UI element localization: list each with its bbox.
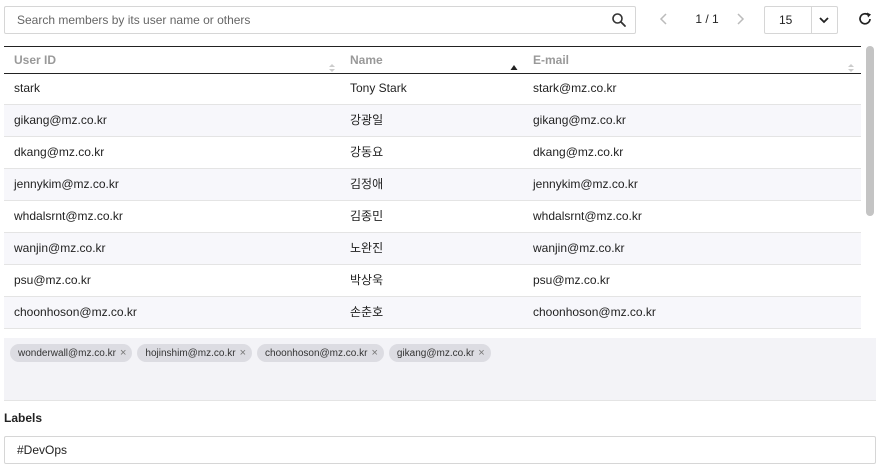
cell-email: gikang@mz.co.kr [533,113,626,127]
member-chip: hojinshim@mz.co.kr × [137,344,253,362]
cell-email: wanjin@mz.co.kr [533,241,625,255]
cell-user-id: wanjin@mz.co.kr [14,241,106,255]
sort-icon [328,56,336,72]
cell-email: psu@mz.co.kr [533,273,610,287]
search-box [4,6,636,34]
member-chip: gikang@mz.co.kr × [388,344,491,362]
column-label: E-mail [533,53,570,67]
table-row[interactable]: jennykim@mz.co.kr 김정애 jennykim@mz.co.kr [4,169,861,201]
table-scrollbar[interactable] [864,46,876,338]
cell-name: 노완진 [350,241,384,255]
chip-label: wonderwall@mz.co.kr [18,348,116,359]
sort-ascending-icon [510,56,518,70]
pagination: 1 / 1 [656,10,752,30]
page-info: 1 / 1 [695,12,719,26]
cell-name: 김정애 [350,177,384,191]
column-header-name[interactable]: Name [350,47,523,73]
toolbar: 1 / 1 15 [4,6,880,34]
cell-name: 박상욱 [350,273,384,287]
cell-name: 강동요 [350,145,384,159]
table-row[interactable]: stark Tony Stark stark@mz.co.kr [4,73,861,105]
cell-email: dkang@mz.co.kr [533,145,624,159]
cell-user-id: choonhoson@mz.co.kr [14,305,137,319]
sort-icon [847,56,855,72]
cell-name: 손춘호 [350,305,384,319]
close-icon[interactable]: × [478,344,484,362]
page-size-divider [811,7,812,33]
labels-field [4,436,876,464]
cell-user-id: psu@mz.co.kr [14,273,91,287]
search-icon[interactable] [611,12,627,28]
close-icon[interactable]: × [120,344,126,362]
close-icon[interactable]: × [371,344,377,362]
page-size-select[interactable]: 15 [764,6,838,34]
cell-name: 김종민 [350,209,384,223]
chip-label: choonhoson@mz.co.kr [265,348,368,359]
table-row[interactable]: choonhoson@mz.co.kr 손춘호 choonhoson@mz.co… [4,297,861,329]
table-row[interactable]: wanjin@mz.co.kr 노완진 wanjin@mz.co.kr [4,233,861,265]
cell-email: choonhoson@mz.co.kr [533,305,656,319]
labels-input[interactable] [17,437,857,463]
selected-members-list: wonderwall@mz.co.kr × hojinshim@mz.co.kr × c… [10,344,496,362]
column-label: User ID [14,53,57,67]
column-header-email[interactable]: E-mail [533,47,859,73]
scrollbar-thumb[interactable] [866,46,874,216]
refresh-icon[interactable] [856,10,874,28]
cell-user-id: dkang@mz.co.kr [14,145,105,159]
chevron-left-icon[interactable] [656,10,672,28]
table-row[interactable]: whdalsrnt@mz.co.kr 김종민 whdalsrnt@mz.co.k… [4,201,861,233]
cell-name: Tony Stark [350,81,407,95]
close-icon[interactable]: × [240,344,246,362]
column-label: Name [350,53,383,67]
chip-label: gikang@mz.co.kr [396,348,475,359]
cell-email: whdalsrnt@mz.co.kr [533,209,642,223]
cell-email: jennykim@mz.co.kr [533,177,638,191]
member-chip: wonderwall@mz.co.kr × [10,344,133,362]
cell-user-id: whdalsrnt@mz.co.kr [14,209,123,223]
table-row[interactable]: psu@mz.co.kr 박상욱 psu@mz.co.kr [4,265,861,297]
labels-title: Labels [4,411,43,425]
chevron-down-icon[interactable] [817,13,831,27]
table-row[interactable]: dkang@mz.co.kr 강동요 dkang@mz.co.kr [4,137,861,169]
member-chip: choonhoson@mz.co.kr × [257,344,384,362]
cell-user-id: stark [14,81,41,95]
chevron-right-icon[interactable] [732,10,748,28]
chip-label: hojinshim@mz.co.kr [145,348,236,359]
table-header: User ID Name E-mail [4,46,861,74]
cell-email: stark@mz.co.kr [533,81,617,95]
cell-user-id: jennykim@mz.co.kr [14,177,119,191]
cell-name: 강광일 [350,113,384,127]
cell-user-id: gikang@mz.co.kr [14,113,107,127]
page-size-value: 15 [779,13,793,27]
selected-members-box[interactable]: wonderwall@mz.co.kr × hojinshim@mz.co.kr × c… [4,338,876,401]
table-body: stark Tony Stark stark@mz.co.kr gikang@m… [4,73,861,329]
column-header-user-id[interactable]: User ID [14,47,340,73]
table-row[interactable]: gikang@mz.co.kr 강광일 gikang@mz.co.kr [4,105,861,137]
search-input[interactable] [17,7,597,33]
members-table: User ID Name E-mail stark Tony Stark sta… [4,46,876,338]
